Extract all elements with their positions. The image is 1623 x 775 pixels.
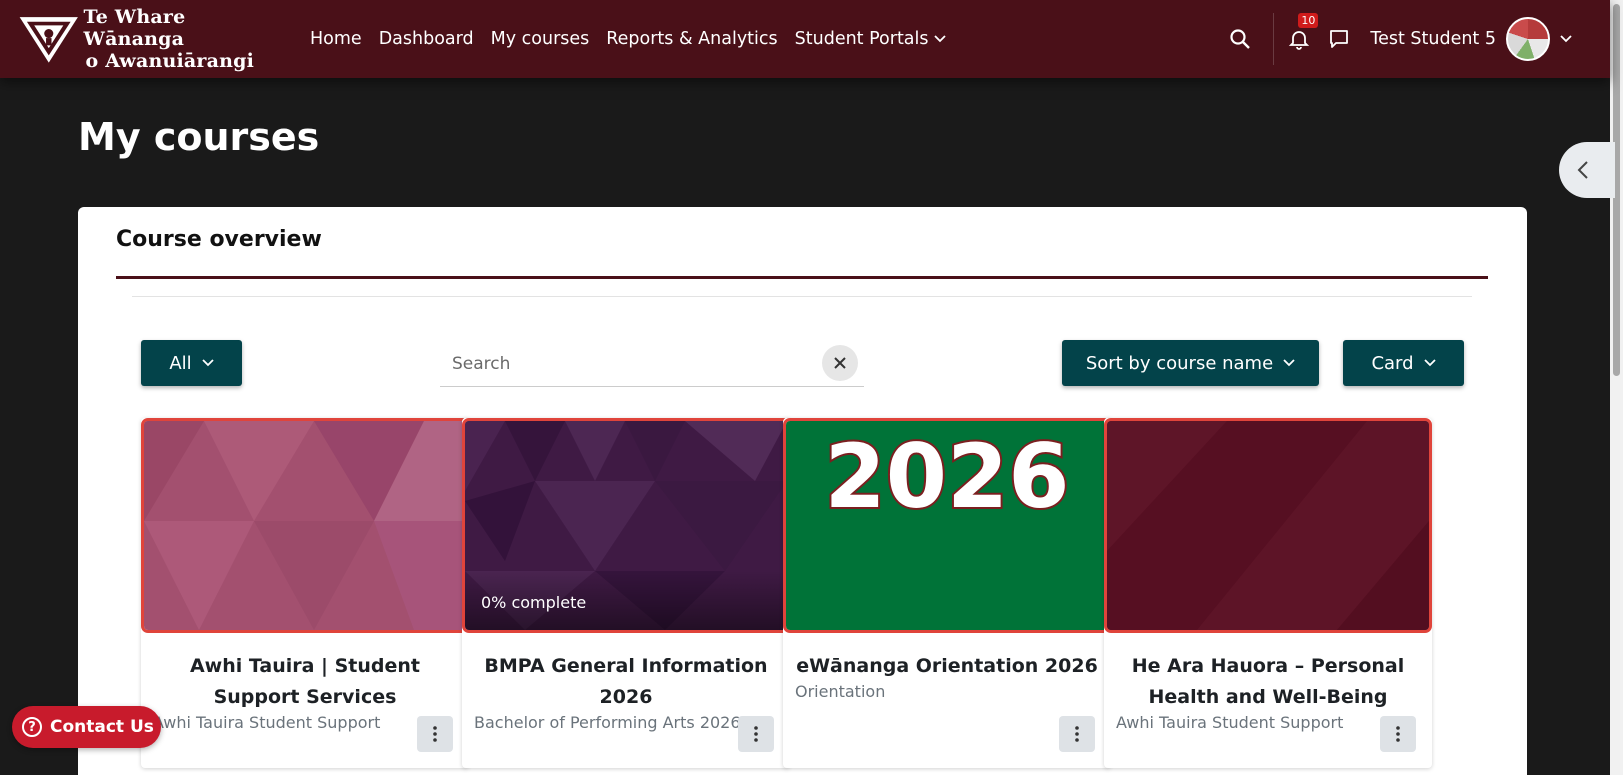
primary-nav: Home Dashboard My courses Reports & Anal… (310, 29, 963, 49)
grouping-filter-dropdown[interactable]: All (141, 340, 242, 386)
nav-my-courses[interactable]: My courses (491, 29, 590, 49)
course-overview-block: Course overview All Sort by course name … (78, 207, 1527, 775)
navbar-right: 10 Test Student 5 (1229, 0, 1572, 78)
block-drawer-toggle[interactable] (1559, 142, 1615, 198)
kebab-menu-icon (1075, 726, 1079, 742)
course-image-year-text: 2026 (825, 425, 1070, 528)
course-card[interactable]: 0% complete BMPA General Information 202… (462, 418, 790, 768)
course-title[interactable]: BMPA General Information 2026 (474, 651, 778, 713)
nav-student-portals[interactable]: Student Portals (795, 29, 946, 49)
course-category: Awhi Tauira Student Support (1116, 713, 1344, 732)
course-title[interactable]: Awhi Tauira | Student Support Services (153, 651, 457, 713)
search-icon[interactable] (1229, 28, 1251, 50)
sort-dropdown[interactable]: Sort by course name (1062, 340, 1319, 386)
notification-count-badge: 10 (1298, 13, 1319, 28)
logo-text: Te Whare Wānanga o Awanuiārangi (84, 6, 274, 72)
chevron-down-icon (1423, 356, 1436, 370)
view-label: Card (1371, 352, 1414, 374)
course-actions-button[interactable] (1380, 716, 1416, 752)
divider (132, 296, 1472, 297)
contact-us-label: Contact Us (50, 717, 154, 737)
logo-line-2: o Awanuiārangi (85, 50, 255, 72)
top-navbar: Te Whare Wānanga o Awanuiārangi Home Das… (0, 0, 1610, 78)
close-icon (834, 357, 846, 369)
bell-icon (1289, 31, 1310, 50)
nav-home[interactable]: Home (310, 29, 362, 49)
logo-emblem-icon (19, 17, 78, 63)
course-image[interactable] (141, 418, 469, 633)
page-scrollbar[interactable] (1610, 0, 1623, 775)
chevron-down-icon (1283, 356, 1295, 370)
chevron-down-icon[interactable] (1560, 32, 1572, 46)
nav-student-portals-label: Student Portals (794, 29, 929, 49)
nav-reports-analytics[interactable]: Reports & Analytics (606, 29, 777, 49)
course-search (440, 343, 864, 387)
filter-label: All (169, 352, 192, 374)
nav-dashboard[interactable]: Dashboard (379, 29, 474, 49)
help-icon: ? (22, 717, 42, 737)
contact-us-button[interactable]: ? Contact Us (12, 706, 161, 748)
course-actions-button[interactable] (738, 716, 774, 752)
course-image[interactable]: 0% complete (462, 418, 790, 633)
search-input[interactable] (440, 343, 800, 385)
course-category: Awhi Tauira Student Support (153, 713, 381, 732)
page-title: My courses (78, 115, 320, 159)
course-card[interactable]: Awhi Tauira | Student Support Services A… (141, 418, 469, 768)
chevron-down-icon (933, 32, 946, 46)
course-image[interactable]: 2026 (783, 418, 1111, 633)
clear-search-button[interactable] (822, 345, 858, 381)
course-category: Orientation (795, 682, 886, 701)
kebab-menu-icon (1396, 726, 1400, 742)
course-image[interactable] (1104, 418, 1432, 633)
course-title[interactable]: He Ara Hauora – Personal Health and Well… (1116, 651, 1420, 713)
chevron-left-icon (1577, 161, 1588, 179)
course-title[interactable]: eWānanga Orientation 2026 (795, 651, 1099, 682)
notifications-button[interactable]: 10 (1288, 13, 1319, 50)
course-category: Bachelor of Performing Arts 2026 (474, 713, 741, 732)
sort-label: Sort by course name (1085, 352, 1274, 374)
avatar[interactable] (1506, 17, 1550, 61)
course-progress-text: 0% complete (481, 593, 587, 612)
user-name[interactable]: Test Student 5 (1370, 29, 1496, 49)
kebab-menu-icon (433, 726, 437, 742)
block-title: Course overview (116, 227, 322, 252)
view-mode-dropdown[interactable]: Card (1343, 340, 1464, 386)
kebab-menu-icon (754, 726, 758, 742)
course-actions-button[interactable] (417, 716, 453, 752)
messages-icon[interactable] (1328, 28, 1350, 50)
logo-line-1: Te Whare Wānanga (83, 6, 186, 50)
block-title-underline (116, 276, 1488, 279)
course-card[interactable]: He Ara Hauora – Personal Health and Well… (1104, 418, 1432, 768)
chevron-down-icon (202, 356, 214, 370)
site-logo[interactable]: Te Whare Wānanga o Awanuiārangi (16, 6, 274, 72)
navbar-divider (1273, 13, 1275, 65)
course-actions-button[interactable] (1059, 716, 1095, 752)
course-card[interactable]: 2026 eWānanga Orientation 2026 Orientati… (783, 418, 1111, 768)
